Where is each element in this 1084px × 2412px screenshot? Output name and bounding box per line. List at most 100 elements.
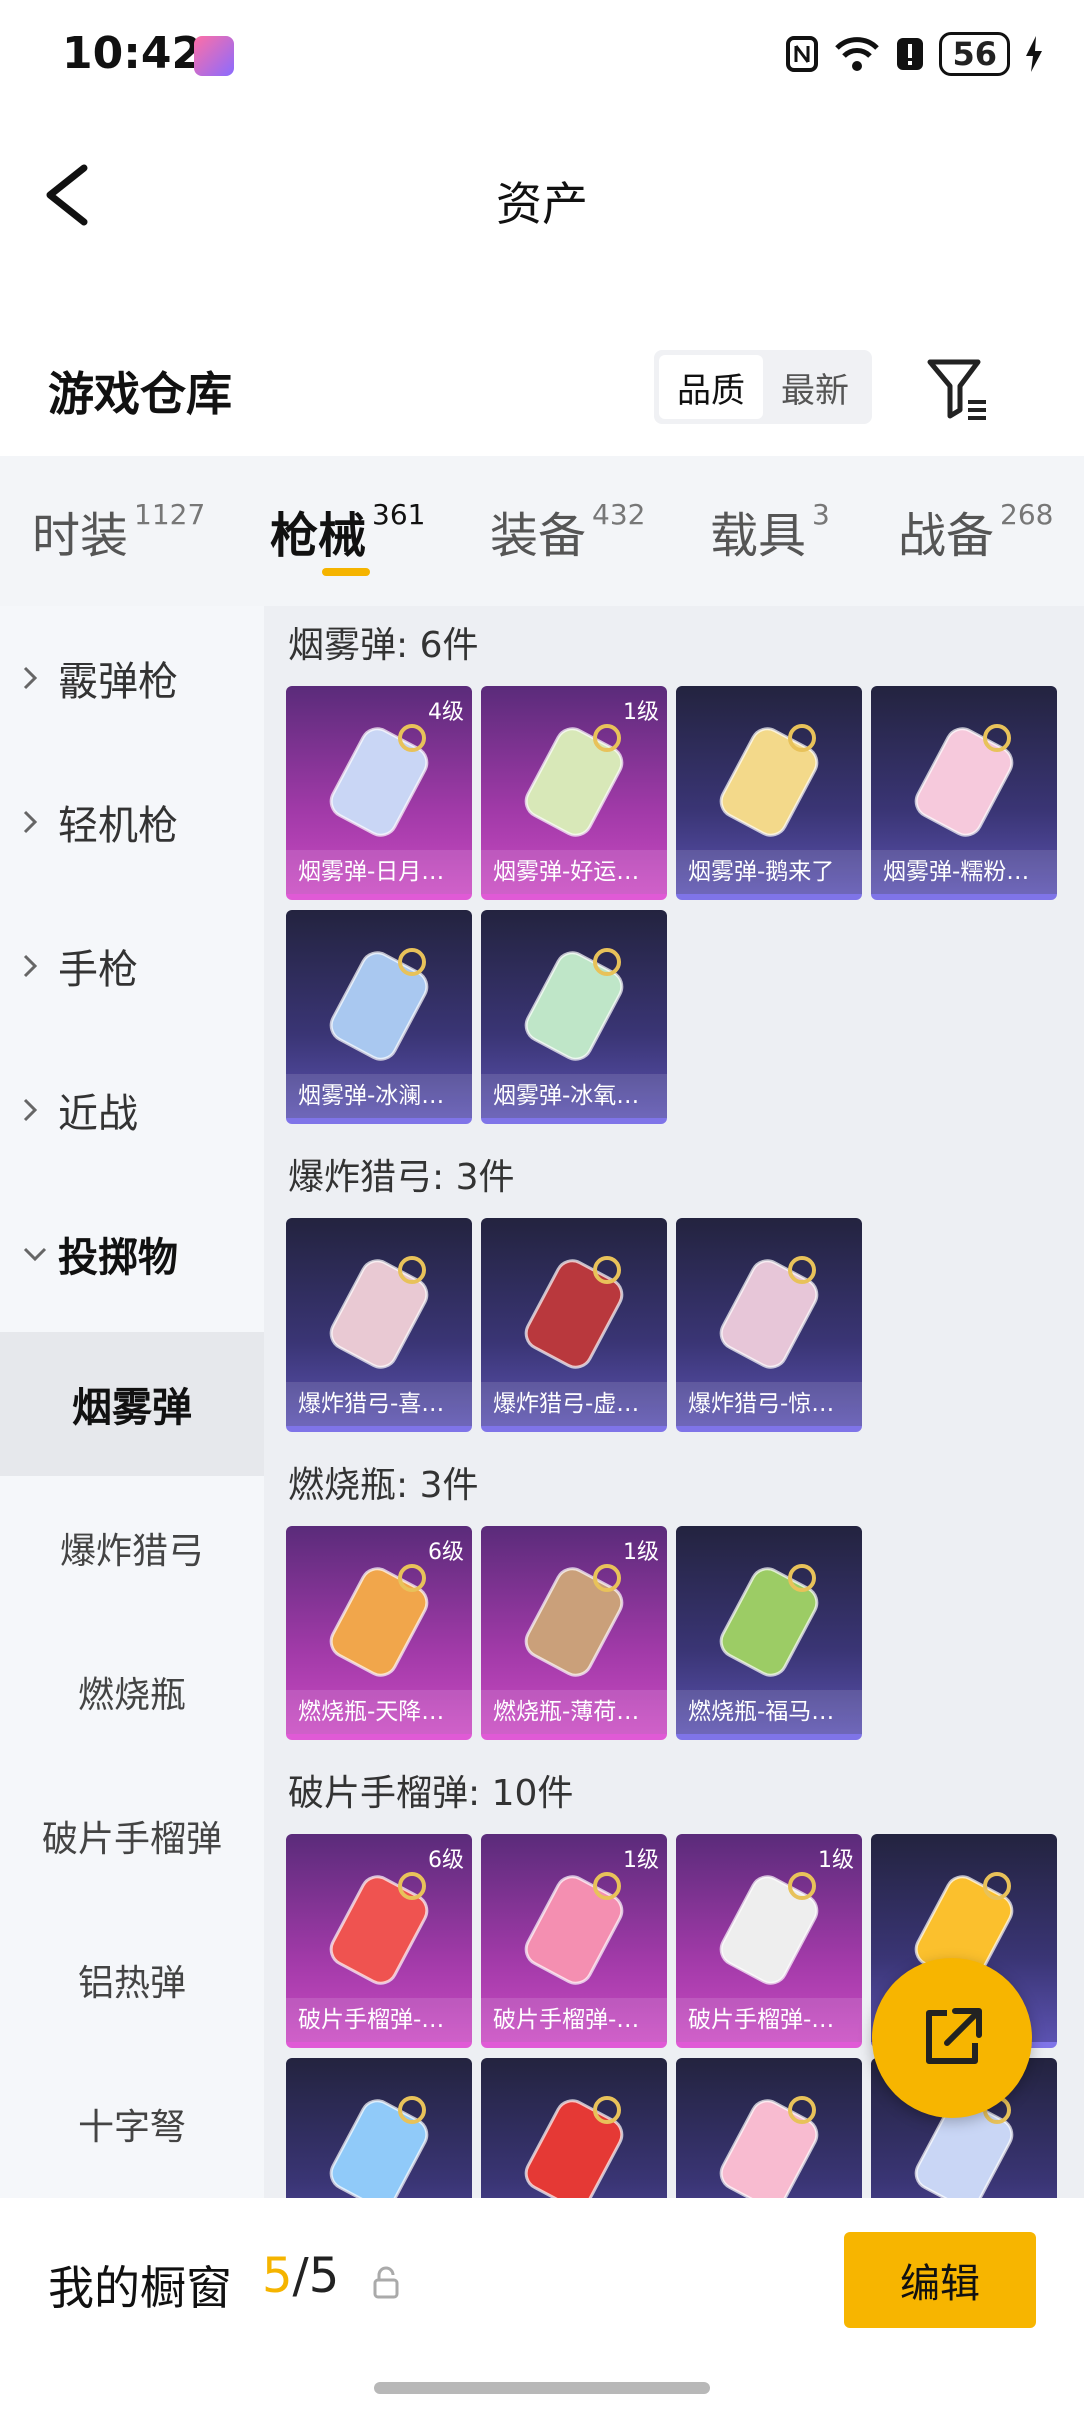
section-title: 燃烧瓶: 3件 bbox=[288, 1465, 479, 1506]
chevron-right-icon bbox=[23, 810, 38, 834]
tab-count: 268 bbox=[1000, 498, 1054, 531]
item-card[interactable]: 烟雾弹-糯粉… bbox=[871, 686, 1057, 900]
item-thumbnail bbox=[704, 716, 834, 846]
item-name: 烟雾弹-冰澜… bbox=[286, 1074, 472, 1118]
chevron-right-icon bbox=[23, 1098, 38, 1122]
item-card[interactable]: 烟雾弹-冰氧… bbox=[481, 910, 667, 1124]
item-card[interactable]: 1级 破片手榴弹-… bbox=[481, 1834, 667, 2048]
item-card[interactable]: 4级 烟雾弹-日月… bbox=[286, 686, 472, 900]
showcase-bar: 我的橱窗 5/5 编辑 bbox=[0, 2198, 1084, 2412]
tab-label: 枪械 bbox=[270, 508, 367, 564]
tab-firearms[interactable]: 枪械 361 bbox=[270, 496, 425, 566]
sidebar-item-shotgun[interactable]: 霰弹枪 bbox=[0, 606, 264, 750]
sidebar-subitem-explosive-bow[interactable]: 爆炸猎弓 bbox=[0, 1476, 264, 1620]
edit-button[interactable]: 编辑 bbox=[844, 2232, 1036, 2328]
item-name: 破片手榴弹-… bbox=[286, 1998, 472, 2042]
item-card[interactable]: 1级 烟雾弹-好运… bbox=[481, 686, 667, 900]
sidebar-item-melee[interactable]: 近战 bbox=[0, 1038, 264, 1182]
sidebar-subitem-frag-grenade[interactable]: 破片手榴弹 bbox=[0, 1764, 264, 1908]
category-tabs: 时装 1127 枪械 361 装备 432 载具 3 战备 268 bbox=[0, 456, 1084, 606]
sidebar-item-pistol[interactable]: 手枪 bbox=[0, 894, 264, 1038]
item-name: 破片手榴弹-… bbox=[676, 1998, 862, 2042]
item-name: 燃烧瓶-天降… bbox=[286, 1690, 472, 1734]
tab-label: 战备 bbox=[898, 508, 995, 564]
sidebar-subitem-crossbow[interactable]: 十字弩 bbox=[0, 2052, 264, 2196]
item-card[interactable]: 6级燃烧瓶-天降… bbox=[286, 1526, 472, 1740]
item-card[interactable]: 爆炸猎弓-惊… bbox=[676, 1218, 862, 1432]
item-thumbnail bbox=[509, 1864, 639, 1994]
page-title: 资产 bbox=[496, 177, 588, 231]
item-card[interactable]: 燃烧瓶-福马… bbox=[676, 1526, 862, 1740]
sidebar-item-label: 破片手榴弹 bbox=[41, 1819, 222, 1860]
item-thumbnail bbox=[509, 2088, 639, 2198]
sidebar-subitem-smoke[interactable]: 烟雾弹 bbox=[0, 1332, 264, 1476]
showcase-total: 5 bbox=[308, 2248, 340, 2304]
section-title: 烟雾弹: 6件 bbox=[288, 625, 479, 666]
tab-vehicles[interactable]: 载具 3 bbox=[710, 496, 830, 566]
sidebar: 霰弹枪 轻机枪 手枪 近战 投掷物 烟雾弹 爆炸猎弓 燃烧瓶 破片手榴弹 铝热弹… bbox=[0, 606, 264, 2198]
warehouse-header: 游戏仓库 品质 最新 bbox=[0, 330, 1084, 450]
item-card[interactable]: 1级破片手榴弹-… bbox=[676, 1834, 862, 2048]
app-header: 资产 bbox=[0, 130, 1084, 260]
item-thumbnail bbox=[704, 1864, 834, 1994]
tab-count: 3 bbox=[812, 498, 830, 531]
tab-combat-supplies[interactable]: 战备 268 bbox=[898, 496, 1053, 566]
item-card[interactable]: 爆炸猎弓-虚… bbox=[481, 1218, 667, 1432]
sidebar-item-label: 投掷物 bbox=[58, 1235, 178, 1281]
filter-button[interactable] bbox=[926, 354, 992, 424]
item-card[interactable] bbox=[481, 2058, 667, 2198]
chevron-right-icon bbox=[23, 666, 38, 690]
item-level-badge: 4级 bbox=[428, 700, 464, 725]
tab-equipment[interactable]: 装备 432 bbox=[490, 496, 645, 566]
item-level-badge: 1级 bbox=[623, 1848, 659, 1873]
tab-fashion[interactable]: 时装 1127 bbox=[32, 496, 205, 566]
item-card[interactable]: 1级燃烧瓶-薄荷… bbox=[481, 1526, 667, 1740]
share-out-icon bbox=[926, 2008, 982, 2064]
wifi-icon bbox=[835, 37, 880, 71]
item-thumbnail bbox=[704, 2088, 834, 2198]
sidebar-item-label: 轻机枪 bbox=[58, 803, 178, 849]
item-thumbnail bbox=[704, 1556, 834, 1686]
sidebar-subitem-molotov[interactable]: 燃烧瓶 bbox=[0, 1620, 264, 1764]
item-card[interactable]: 6级破片手榴弹-… bbox=[286, 1834, 472, 2048]
showcase-label: 我的橱窗 bbox=[48, 2261, 232, 2315]
chevron-down-icon bbox=[23, 1247, 47, 1262]
sidebar-item-throwables[interactable]: 投掷物 bbox=[0, 1182, 264, 1326]
item-thumbnail bbox=[509, 716, 639, 846]
sidebar-item-label: 手枪 bbox=[58, 947, 138, 993]
item-level-badge: 1级 bbox=[623, 700, 659, 725]
home-indicator bbox=[374, 2382, 710, 2394]
showcase-count: 5/5 bbox=[262, 2248, 339, 2304]
sidebar-subitem-thermite[interactable]: 铝热弹 bbox=[0, 1908, 264, 2052]
item-level-badge: 6级 bbox=[428, 1848, 464, 1873]
item-card[interactable]: 烟雾弹-鹅来了 bbox=[676, 686, 862, 900]
sort-toggle: 品质 最新 bbox=[654, 350, 872, 424]
sort-quality-button[interactable]: 品质 bbox=[659, 355, 763, 419]
item-name: 燃烧瓶-薄荷… bbox=[481, 1690, 667, 1734]
item-thumbnail bbox=[314, 1248, 444, 1378]
item-thumbnail bbox=[314, 716, 444, 846]
item-name: 烟雾弹-冰氧… bbox=[481, 1074, 667, 1118]
sidebar-item-lmg[interactable]: 轻机枪 bbox=[0, 750, 264, 894]
alert-icon bbox=[897, 38, 924, 70]
filter-icon bbox=[927, 359, 986, 420]
item-card[interactable]: 烟雾弹-冰澜… bbox=[286, 910, 472, 1124]
sidebar-item-label: 十字弩 bbox=[77, 2107, 186, 2148]
item-card[interactable]: 爆炸猎弓-喜… bbox=[286, 1218, 472, 1432]
share-fab-button[interactable] bbox=[872, 1958, 1032, 2118]
sort-newest-button[interactable]: 最新 bbox=[763, 355, 867, 419]
app-notification-icon bbox=[194, 36, 234, 76]
tab-label: 装备 bbox=[490, 508, 587, 564]
item-level-badge: 1级 bbox=[818, 1848, 854, 1873]
tab-count: 361 bbox=[372, 498, 426, 531]
showcase-separator: / bbox=[292, 2248, 309, 2304]
item-card[interactable] bbox=[286, 2058, 472, 2198]
item-name: 烟雾弹-糯粉… bbox=[871, 850, 1057, 894]
item-thumbnail bbox=[314, 1864, 444, 1994]
item-card[interactable] bbox=[676, 2058, 862, 2198]
item-level-badge: 6级 bbox=[428, 1540, 464, 1565]
sidebar-item-label: 霰弹枪 bbox=[58, 659, 178, 705]
item-level-badge: 1级 bbox=[623, 1540, 659, 1565]
item-name: 燃烧瓶-福马… bbox=[676, 1690, 862, 1734]
status-icons: 56 bbox=[785, 32, 1044, 76]
